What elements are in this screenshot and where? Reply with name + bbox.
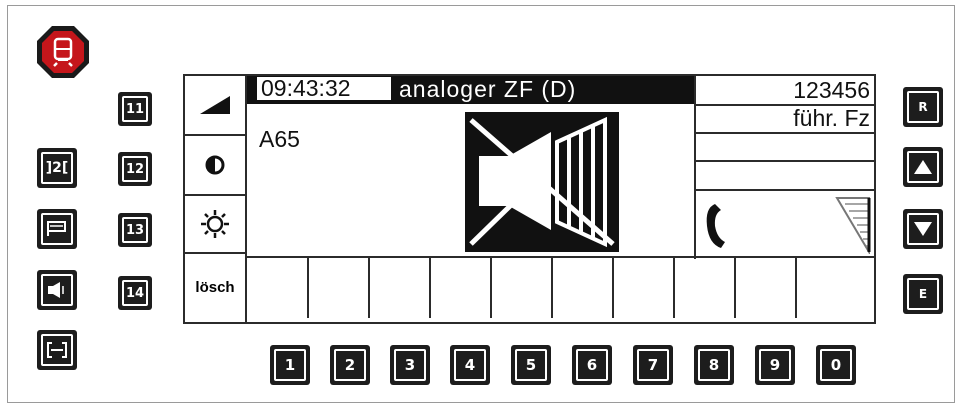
group-label: 14 <box>122 280 148 306</box>
key-7[interactable]: 7 <box>633 345 673 385</box>
key-6[interactable]: 6 <box>572 345 612 385</box>
key-label: 0 <box>820 349 852 381</box>
enter-button[interactable]: E <box>903 274 943 314</box>
memory-cell[interactable] <box>429 256 489 318</box>
key-label: 9 <box>759 349 791 381</box>
group-button-13[interactable]: 13 <box>118 213 152 247</box>
flag-button[interactable] <box>37 209 77 249</box>
group-label: 12 <box>122 156 148 182</box>
radio-mode: analoger ZF (D) <box>399 76 577 102</box>
key-5[interactable]: 5 <box>511 345 551 385</box>
down-button[interactable] <box>903 209 943 249</box>
memory-cell[interactable] <box>673 256 733 318</box>
clear-label: lösch <box>195 278 235 296</box>
handset-icon <box>705 202 729 250</box>
divider <box>696 160 874 162</box>
group-call-button[interactable]: ]2[ <box>37 148 77 188</box>
key-label: 5 <box>515 349 547 381</box>
clock-time: 09:43:32 <box>257 77 391 100</box>
volume-ramp-icon <box>200 96 230 114</box>
memory-cell[interactable] <box>551 256 611 318</box>
group-button-12[interactable]: 12 <box>118 152 152 186</box>
role-label: führ. Fz <box>793 105 870 131</box>
key-1[interactable]: 1 <box>270 345 310 385</box>
key-label: 1 <box>274 349 306 381</box>
bracket-wide-button[interactable] <box>37 330 77 370</box>
up-arrow-icon <box>914 160 932 174</box>
brightness-icon <box>201 210 229 238</box>
memory-cell[interactable] <box>612 256 672 318</box>
down-arrow-icon <box>914 222 932 236</box>
key-2[interactable]: 2 <box>330 345 370 385</box>
speaker-icon <box>48 282 64 298</box>
memory-cell[interactable] <box>247 256 307 318</box>
display-side-column: lösch <box>185 76 247 322</box>
signal-strength-icon <box>835 196 871 256</box>
key-label: 2 <box>334 349 366 381</box>
volume-cell[interactable] <box>185 76 245 136</box>
clear-button[interactable]: lösch <box>185 254 245 320</box>
up-button[interactable] <box>903 147 943 187</box>
group-label: 13 <box>122 217 148 243</box>
memory-cell[interactable] <box>734 256 794 318</box>
enter-label: E <box>907 278 939 310</box>
speaker-muted-icon <box>465 112 619 252</box>
speaker-button[interactable] <box>37 270 77 310</box>
contrast-icon <box>205 155 225 175</box>
key-label: 8 <box>698 349 730 381</box>
brightness-cell[interactable] <box>185 196 245 254</box>
display-panel: lösch 09:43:32 analoger ZF (D) A65 12345… <box>183 74 876 324</box>
key-9[interactable]: 9 <box>755 345 795 385</box>
divider <box>696 189 874 191</box>
key-8[interactable]: 8 <box>694 345 734 385</box>
bracket-wide-icon <box>47 342 67 358</box>
memory-cell[interactable] <box>490 256 550 318</box>
flag-icon <box>47 221 66 236</box>
group-button-11[interactable]: 11 <box>118 92 152 126</box>
key-label: 4 <box>454 349 486 381</box>
key-4[interactable]: 4 <box>450 345 490 385</box>
memory-cell[interactable] <box>307 256 367 318</box>
key-3[interactable]: 3 <box>390 345 430 385</box>
group-call-label: ]2[ <box>45 160 69 176</box>
train-stop-icon <box>35 24 91 80</box>
channel-label: A65 <box>259 126 300 152</box>
reset-button[interactable]: R <box>903 87 943 127</box>
status-bar: 09:43:32 analoger ZF (D) <box>247 76 694 104</box>
key-label: 6 <box>576 349 608 381</box>
contrast-cell[interactable] <box>185 136 245 196</box>
memory-cell[interactable] <box>795 256 855 318</box>
reset-label: R <box>907 91 939 123</box>
id-number: 123456 <box>793 77 870 103</box>
divider <box>696 132 874 134</box>
group-label: 11 <box>122 96 148 122</box>
key-label: 7 <box>637 349 669 381</box>
key-label: 3 <box>394 349 426 381</box>
memory-cell[interactable] <box>368 256 428 318</box>
group-button-14[interactable]: 14 <box>118 276 152 310</box>
key-0[interactable]: 0 <box>816 345 856 385</box>
